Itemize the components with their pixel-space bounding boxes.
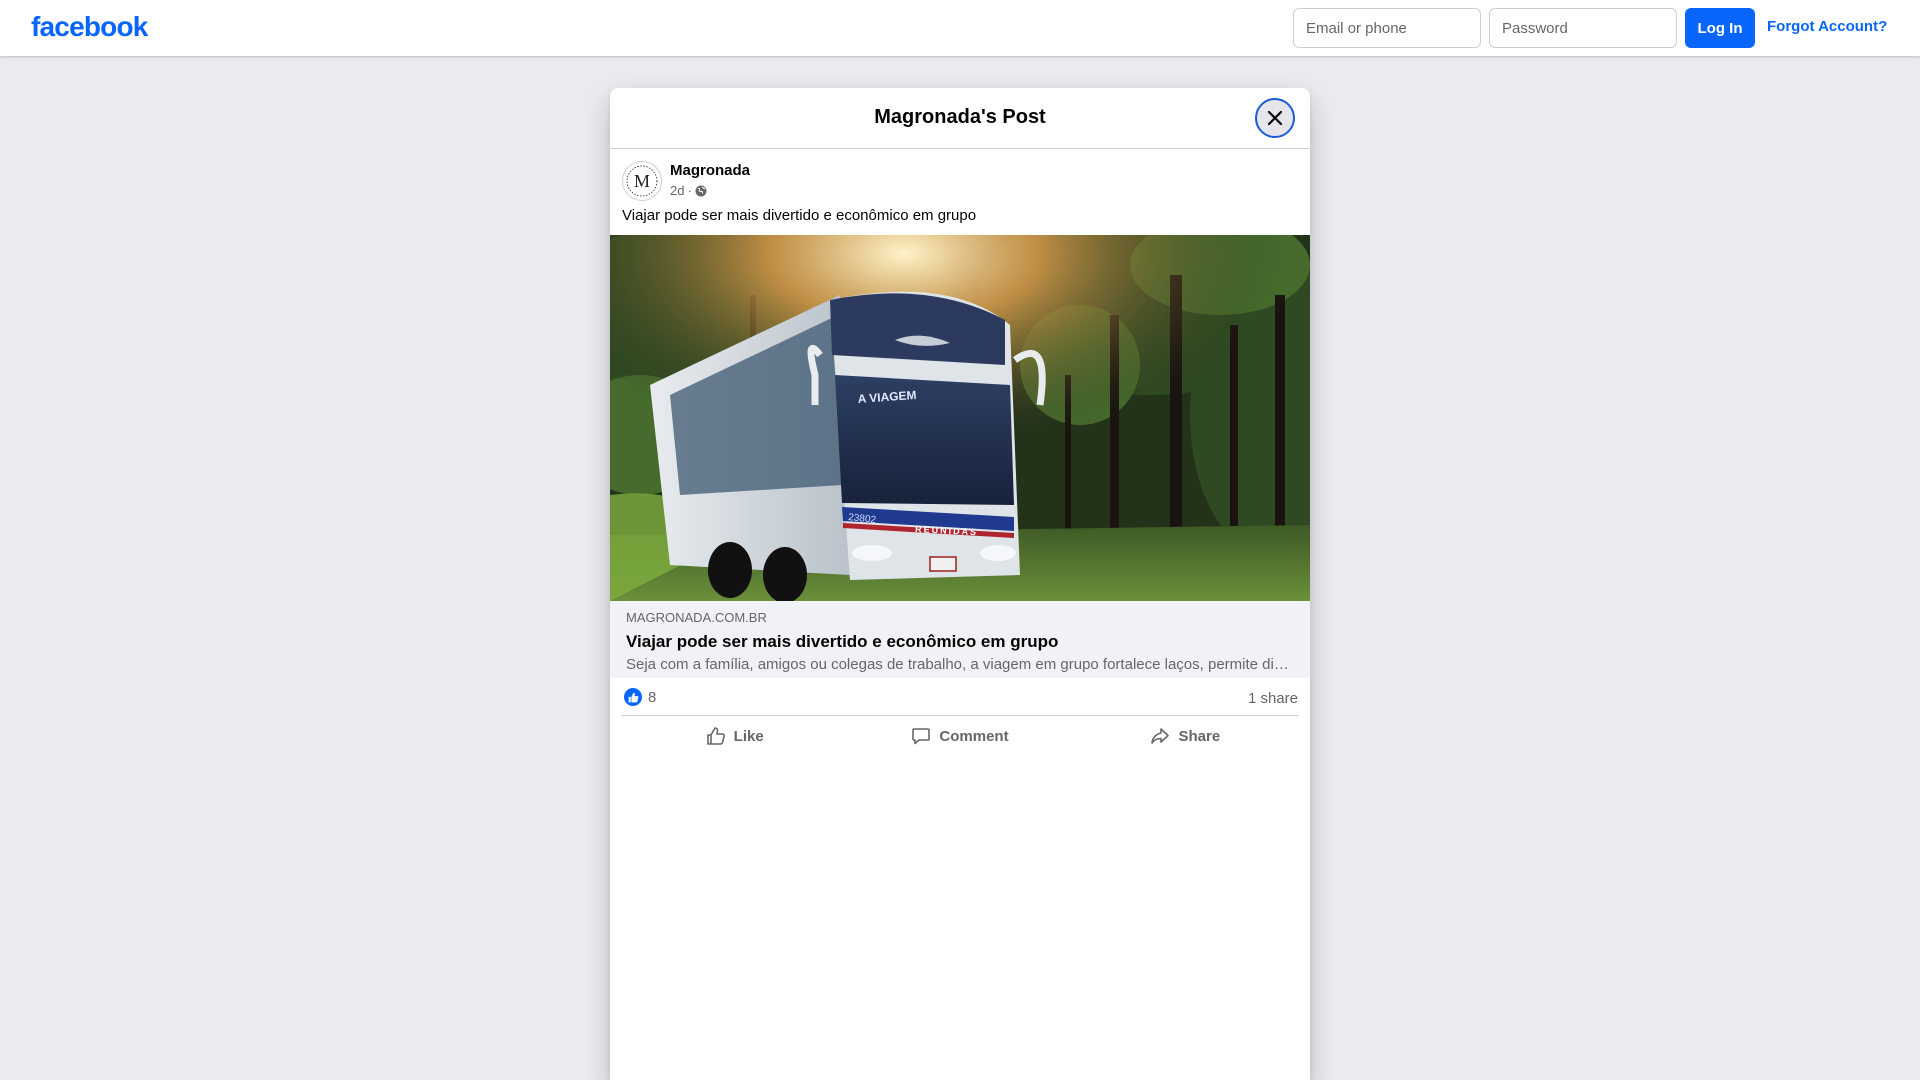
login-button[interactable]: Log In bbox=[1685, 8, 1755, 48]
share-count[interactable]: 1 share bbox=[1248, 690, 1298, 707]
avatar[interactable]: M bbox=[622, 161, 662, 201]
close-button[interactable] bbox=[1255, 98, 1295, 138]
globe-icon bbox=[695, 185, 707, 196]
top-bar: facebook Log In Forgot Account? bbox=[0, 0, 1920, 56]
post-text: Viajar pode ser mais divertido e econômi… bbox=[622, 207, 977, 224]
share-icon bbox=[1151, 728, 1170, 744]
post-modal: Magronada's Post M Magronada 2d · Viajar… bbox=[610, 88, 1310, 1080]
comment-button[interactable]: Comment bbox=[847, 716, 1072, 756]
link-title: Viajar pode ser mais divertido e econômi… bbox=[626, 632, 1059, 651]
reactions-summary: 8 1 share bbox=[622, 678, 1298, 716]
share-label: Share bbox=[1178, 727, 1221, 745]
post-meta: 2d · bbox=[670, 183, 707, 198]
post-header: M Magronada 2d · bbox=[610, 149, 1310, 207]
modal-header: Magronada's Post bbox=[610, 88, 1310, 149]
like-button[interactable]: Like bbox=[622, 716, 847, 756]
magronada-logo-icon: M bbox=[626, 165, 658, 197]
forgot-account-link[interactable]: Forgot Account? bbox=[1767, 18, 1887, 35]
comment-icon bbox=[912, 728, 931, 745]
bus-photo: A VIAGEM 23802 REUNIDAS bbox=[610, 235, 1310, 601]
post-time[interactable]: 2d bbox=[670, 183, 684, 198]
link-preview-info[interactable]: MAGRONADA.COM.BR Viajar pode ser mais di… bbox=[610, 601, 1310, 678]
like-count[interactable]: 8 bbox=[648, 689, 656, 706]
like-reaction-icon[interactable] bbox=[624, 688, 642, 706]
meta-separator: · bbox=[687, 183, 692, 198]
email-input[interactable] bbox=[1293, 8, 1481, 48]
avatar-letter: M bbox=[634, 171, 650, 191]
share-button[interactable]: Share bbox=[1073, 716, 1298, 756]
modal-title: Magronada's Post bbox=[874, 106, 1046, 128]
facebook-logo[interactable]: facebook bbox=[31, 11, 148, 43]
author-name[interactable]: Magronada bbox=[670, 162, 750, 179]
comment-label: Comment bbox=[939, 727, 1009, 745]
password-input[interactable] bbox=[1489, 8, 1677, 48]
close-icon bbox=[1267, 110, 1283, 126]
post-actions: Like Comment Share bbox=[622, 716, 1298, 756]
link-preview-image[interactable]: A VIAGEM 23802 REUNIDAS bbox=[610, 235, 1310, 601]
like-label: Like bbox=[733, 727, 764, 745]
link-description: Seja com a família, amigos ou colegas de… bbox=[626, 656, 1294, 673]
link-domain: MAGRONADA.COM.BR bbox=[626, 610, 767, 625]
thumbs-up-icon bbox=[706, 727, 725, 745]
